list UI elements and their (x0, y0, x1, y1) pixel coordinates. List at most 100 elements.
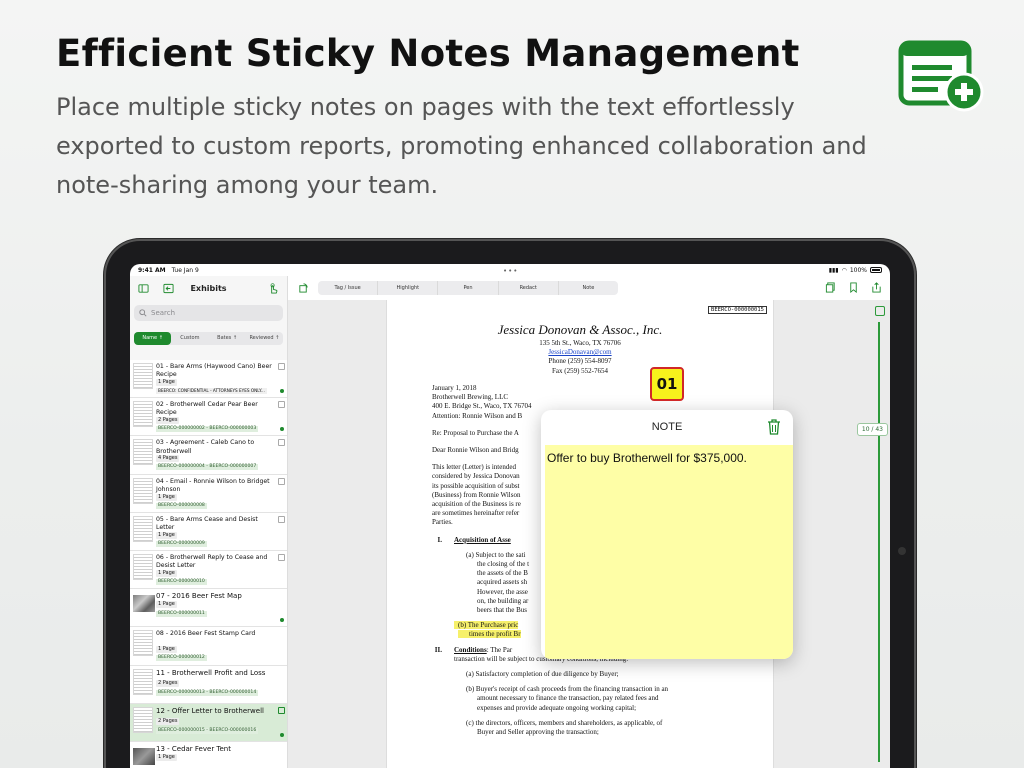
list-item[interactable]: 11 - Brotherwell Profit and Loss 2 Pages… (130, 665, 287, 704)
list-item[interactable]: 13 - Cedar Fever Tent 1 Page (130, 741, 287, 768)
search-input[interactable]: Search (134, 305, 283, 321)
section-title: Conditions (454, 645, 487, 654)
item-name: 11 - Brotherwell Profit and Loss (156, 668, 266, 677)
reviewed-dot (280, 732, 284, 737)
list-item-selected[interactable]: 12 - Offer Letter to Brotherwell 2 Pages… (130, 703, 287, 742)
bookmark-icon[interactable] (848, 282, 859, 293)
tool-highlight[interactable]: Highlight (378, 281, 439, 295)
note-text-area[interactable]: Offer to buy Brotherwell for $375,000. (545, 445, 793, 659)
item-pages: 2 Pages (156, 717, 180, 725)
note-icon[interactable] (278, 553, 285, 561)
sidebar: Exhibits Search Name ↑ Custom Bates ↑ Re… (130, 276, 288, 768)
list-item[interactable]: 03 - Agreement - Caleb Cano to Brotherwe… (130, 436, 287, 475)
exhibit-list: 01 - Bare Arms (Haywood Cano) Beer Recip… (130, 360, 287, 768)
recipient-line: Attention: Ronnie Wilson and B (432, 411, 523, 420)
text-line: However, the asse (477, 587, 528, 596)
item-name: 13 - Cedar Fever Tent (156, 744, 231, 753)
sidebar-header: Exhibits (130, 276, 287, 300)
item-pages: 2 Pages (156, 679, 180, 687)
note-icon[interactable] (278, 515, 285, 523)
section-number: I. (437, 535, 442, 544)
sort-tab-custom[interactable]: Custom (171, 332, 208, 345)
sort-tab-bates[interactable]: Bates ↑ (209, 332, 246, 345)
sort-tab-reviewed[interactable]: Reviewed ↑ (246, 332, 283, 345)
list-item[interactable]: 07 - 2016 Beer Fest Map 1 Page BEERCO-00… (130, 589, 287, 628)
tool-tag-issue[interactable]: Tag / Issue (318, 281, 379, 295)
list-item[interactable]: 04 - Email - Ronnie Wilson to Bridget Jo… (130, 474, 287, 513)
list-item[interactable]: 02 - Brotherwell Cedar Pear Beer Recipe … (130, 398, 287, 437)
note-icon[interactable] (278, 401, 285, 409)
trash-icon[interactable] (767, 419, 781, 435)
firm-name: Jessica Donovan & Assoc., Inc. (497, 322, 663, 337)
item-bates: BEERCO-000000010 (156, 578, 207, 585)
list-item[interactable]: 08 - 2016 Beer Fest Stamp Card 1 Page BE… (130, 627, 287, 666)
multitask-dots-icon[interactable]: ••• (503, 267, 518, 275)
section-number: II. (434, 645, 442, 654)
section-title: Acquisition of Asse (454, 535, 511, 544)
page-indicator[interactable]: 10 / 43 (856, 423, 888, 436)
document-thumbnail (133, 515, 153, 542)
note-header: NOTE (541, 410, 793, 445)
text-line: Buyer and Seller approving the transacti… (477, 728, 599, 737)
text-line: the assets of the B (477, 569, 528, 578)
text-line: (Business) from Ronnie Wilson (432, 490, 521, 499)
item-name: 08 - 2016 Beer Fest Stamp Card (156, 630, 256, 638)
item-name: 02 - Brotherwell Cedar Pear Beer Recipe (156, 401, 258, 417)
list-item[interactable]: 01 - Bare Arms (Haywood Cano) Beer Recip… (130, 360, 287, 399)
note-icon[interactable] (278, 477, 285, 485)
text-line: This letter (Letter) is intended (432, 463, 516, 472)
toolbar-right (825, 282, 882, 293)
document-thumbnail (133, 668, 153, 695)
text-line: on, the building ar (477, 596, 529, 605)
reviewed-dot (280, 618, 284, 623)
scroll-top-button[interactable] (875, 306, 885, 316)
document-thumbnail (133, 553, 153, 580)
text-line: expenses and provide adequate ongoing wo… (477, 703, 637, 712)
headline: Efficient Sticky Notes Management (56, 32, 800, 75)
item-name: 12 - Offer Letter to Brotherwell (156, 706, 264, 715)
text-line: (c) the directors, officers, members and… (466, 718, 663, 727)
copy-icon[interactable] (825, 282, 836, 293)
item-pages: 4 Pages (156, 455, 180, 463)
note-icon[interactable] (278, 439, 285, 447)
text-line: Parties. (432, 518, 453, 527)
text-line: acquisition of the Business is re (432, 500, 521, 509)
item-bates: BEERCO: CONFIDENTIAL - ATTORNEYS EYES ON… (156, 388, 267, 394)
item-pages: 1 Page (156, 646, 177, 654)
text-line: (a) Subject to the sati (466, 550, 526, 559)
signal-icon: ▮▮▮ (828, 266, 839, 274)
battery-icon (870, 267, 882, 273)
item-name: 05 - Bare Arms Cease and Desist Letter (156, 515, 258, 531)
document-thumbnail (133, 439, 153, 466)
list-item[interactable]: 05 - Bare Arms Cease and Desist Letter 1… (130, 512, 287, 551)
share-icon[interactable] (871, 282, 882, 293)
sort-tab-name[interactable]: Name ↑ (134, 332, 172, 345)
item-pages: 1 Page (156, 601, 177, 609)
text-line: (b) Buyer's receipt of cash proceeds fro… (466, 685, 669, 694)
scrollbar[interactable] (878, 322, 880, 762)
rotate-page-icon[interactable] (298, 282, 309, 293)
bates-stamp: BEERCO-000000015 (708, 306, 767, 314)
sort-tabs: Name ↑ Custom Bates ↑ Reviewed ↑ (134, 332, 283, 345)
fax-line: Fax (259) 552-7654 (552, 366, 608, 375)
list-item[interactable]: 06 - Brotherwell Reply to Cease and Desi… (130, 550, 287, 590)
item-name: 03 - Agreement - Caleb Cano to Brotherwe… (156, 439, 255, 455)
item-pages: 1 Page (156, 493, 177, 501)
photo-thumbnail (133, 747, 155, 765)
tool-note[interactable]: Note (559, 281, 618, 295)
note-icon[interactable] (278, 706, 285, 714)
note-icon[interactable] (278, 363, 285, 370)
search-icon (139, 309, 147, 317)
status-date: Tue Jan 9 (171, 266, 199, 274)
status-time: 9:41 AM (138, 266, 166, 274)
sticky-note-marker[interactable]: 01 (650, 367, 684, 401)
text-line: acquired assets sh (477, 578, 528, 587)
text-line: amount necessary to finance the transact… (477, 694, 659, 703)
email-link[interactable]: JessicaDonavan@com (387, 348, 773, 357)
map-thumbnail (133, 595, 155, 613)
tool-redact[interactable]: Redact (499, 281, 559, 295)
document-toolbar: Tag / Issue Highlight Pen Redact Note (288, 276, 890, 300)
tool-pen[interactable]: Pen (438, 281, 499, 295)
document-thumbnail (133, 401, 153, 428)
item-pages: 1 Page (156, 531, 177, 539)
